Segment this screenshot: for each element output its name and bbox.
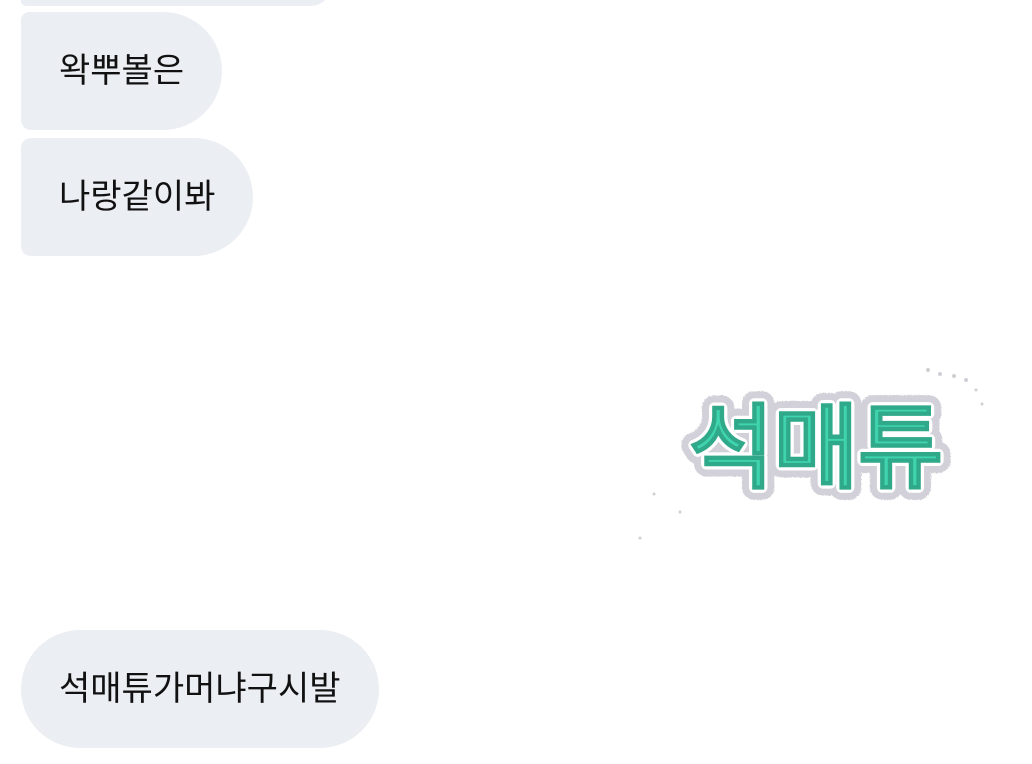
chat-thread: 왁뿌볼은 나랑같이봐 석매튜 석매튜 석매튜 석매튜가머냐구시발 bbox=[0, 0, 1032, 764]
previous-message-bubble[interactable] bbox=[21, 0, 331, 6]
sticker[interactable]: 석매튜 석매튜 석매튜 bbox=[636, 362, 990, 544]
message-text: 나랑같이봐 bbox=[59, 177, 216, 217]
message-bubble[interactable]: 석매튜가머냐구시발 bbox=[21, 630, 379, 748]
sticker-text: 석매튜 bbox=[689, 395, 943, 502]
message-text: 석매튜가머냐구시발 bbox=[59, 669, 341, 709]
message-bubble[interactable]: 나랑같이봐 bbox=[21, 138, 254, 256]
message-bubble[interactable]: 왁뿌볼은 bbox=[21, 12, 223, 130]
message-text: 왁뿌볼은 bbox=[59, 51, 185, 91]
